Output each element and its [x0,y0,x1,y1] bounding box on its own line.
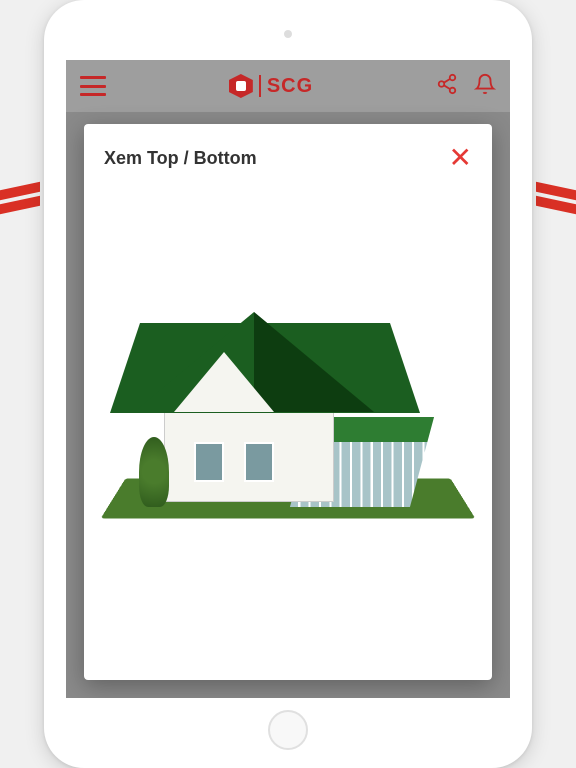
menu-icon[interactable] [80,76,106,96]
close-icon[interactable]: ✕ [449,144,472,172]
tablet-camera [284,30,292,38]
brand-divider [259,75,261,97]
decorative-stripe-left [0,182,40,223]
house-3d-preview[interactable] [104,202,472,562]
tablet-home-button[interactable] [268,710,308,750]
view-modal: Xem Top / Bottom ✕ [84,124,492,680]
brand-hex-icon [229,74,253,98]
decorative-stripe-right [536,182,576,223]
brand-logo: SCG [116,74,426,98]
brand-text: SCG [267,75,313,98]
house-window [194,442,224,482]
app-screen: SCG Xem Top / Bottom ✕ [66,60,510,698]
app-header: SCG [66,60,510,112]
house-tree [139,437,169,507]
bell-icon[interactable] [474,73,496,100]
tablet-device-frame: SCG Xem Top / Bottom ✕ [44,0,532,768]
modal-title: Xem Top / Bottom [104,148,257,169]
house-gable [174,352,274,412]
modal-header: Xem Top / Bottom ✕ [104,144,472,172]
share-icon[interactable] [436,73,458,100]
house-window [244,442,274,482]
